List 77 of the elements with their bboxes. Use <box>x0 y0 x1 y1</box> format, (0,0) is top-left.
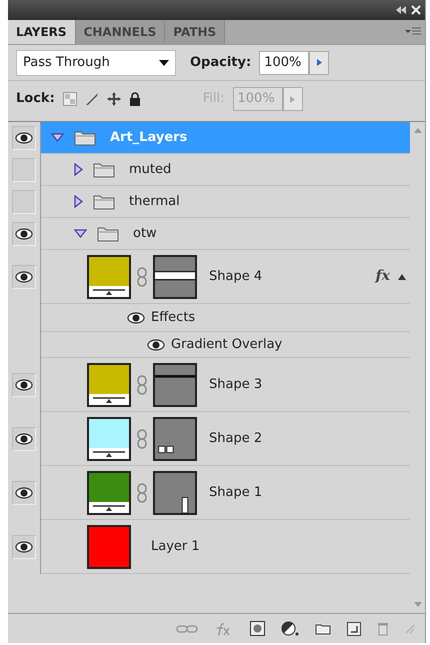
effect-name: Gradient Overlay <box>171 336 282 354</box>
eye-icon <box>15 541 33 553</box>
expand-toggle[interactable] <box>74 163 83 176</box>
eye-icon <box>15 271 33 283</box>
layer-row[interactable]: muted <box>41 154 410 186</box>
visibility-toggle[interactable] <box>12 190 36 214</box>
visibility-toggle[interactable] <box>12 222 36 246</box>
opacity-field[interactable]: 100% <box>259 50 310 74</box>
move-icon[interactable] <box>106 92 121 106</box>
layer-name: otw <box>133 224 157 243</box>
visibility-toggle[interactable] <box>12 427 36 451</box>
visibility-toggle[interactable] <box>12 158 36 182</box>
layer-name: Art_Layers <box>110 128 188 147</box>
opacity-slider-button[interactable] <box>309 50 330 74</box>
fill-slider-button[interactable] <box>282 87 303 111</box>
layer-row[interactable]: Shape 1 <box>41 466 410 520</box>
layer-name: Shape 3 <box>209 376 262 394</box>
checkerboard-icon[interactable] <box>62 92 77 106</box>
visibility-toggle[interactable] <box>12 373 36 397</box>
layer-name: Shape 2 <box>209 430 262 448</box>
effects-toggle[interactable] <box>398 274 406 280</box>
layer-name: Layer 1 <box>151 538 200 556</box>
effects-label: Effects <box>151 308 196 327</box>
fx-indicator: fx <box>376 267 390 286</box>
effects-row[interactable]: Effects <box>41 304 410 331</box>
half-circle-icon[interactable] <box>281 621 299 636</box>
arrow-icon <box>290 96 296 102</box>
eye-icon <box>15 433 33 445</box>
layer-row[interactable]: Shape 3 <box>41 358 410 412</box>
opacity-label: Opacity: <box>190 54 252 72</box>
layer-name: thermal <box>129 192 180 211</box>
mask-thumbnail <box>153 470 197 514</box>
mask-thumbnail <box>153 362 197 406</box>
arrow-icon <box>316 59 322 66</box>
layer-row[interactable]: otw <box>41 218 410 250</box>
expand-toggle[interactable] <box>74 229 87 238</box>
layer-row[interactable]: Shape 2 <box>41 412 410 466</box>
visibility-toggle[interactable] <box>12 481 36 505</box>
folder-icon[interactable] <box>315 622 331 634</box>
collapse-icon[interactable] <box>395 6 407 14</box>
eye-icon <box>15 379 33 391</box>
folder-icon <box>74 129 96 146</box>
panel-tab[interactable]: CHANNELS <box>76 20 166 44</box>
caret-icon <box>159 60 169 66</box>
lock-icon[interactable] <box>128 92 141 106</box>
lock-label: Lock: <box>16 90 55 108</box>
panel-tab[interactable]: PATHS <box>165 20 226 44</box>
expand-toggle[interactable] <box>51 133 64 142</box>
fill-field: 100% <box>232 87 283 111</box>
mask-thumbnail <box>153 416 197 460</box>
visibility-toggle[interactable] <box>12 535 36 559</box>
visibility-toggle[interactable] <box>12 265 36 289</box>
visibility-toggle[interactable] <box>12 126 36 150</box>
eye-icon <box>15 132 33 144</box>
expand-toggle[interactable] <box>74 195 83 208</box>
eye-icon <box>15 487 33 499</box>
layer-row[interactable]: Shape 4 fx <box>41 250 410 304</box>
layer-name: muted <box>129 160 172 179</box>
mask-icon[interactable] <box>250 621 265 636</box>
eye-icon[interactable] <box>147 338 165 350</box>
blend-mode-dropdown[interactable]: Pass Through <box>16 50 176 76</box>
folder-icon <box>93 193 115 210</box>
new-layer-icon[interactable] <box>347 622 361 636</box>
effect-row[interactable]: Gradient Overlay <box>41 331 410 358</box>
resize-grip-icon[interactable] <box>405 624 415 634</box>
folder-icon <box>97 225 119 242</box>
folder-icon <box>93 161 115 178</box>
brush-icon[interactable] <box>84 92 99 106</box>
layer-row[interactable]: thermal <box>41 186 410 218</box>
eye-icon <box>15 228 33 240</box>
mask-thumbnail <box>153 254 197 298</box>
layer-name: Shape 1 <box>209 484 262 502</box>
layer-row[interactable]: Layer 1 <box>41 520 410 574</box>
panel-tab[interactable]: LAYERS <box>8 20 76 44</box>
eye-icon[interactable] <box>127 312 145 324</box>
layer-name: Shape 4 <box>209 268 262 286</box>
close-icon[interactable] <box>411 5 421 15</box>
